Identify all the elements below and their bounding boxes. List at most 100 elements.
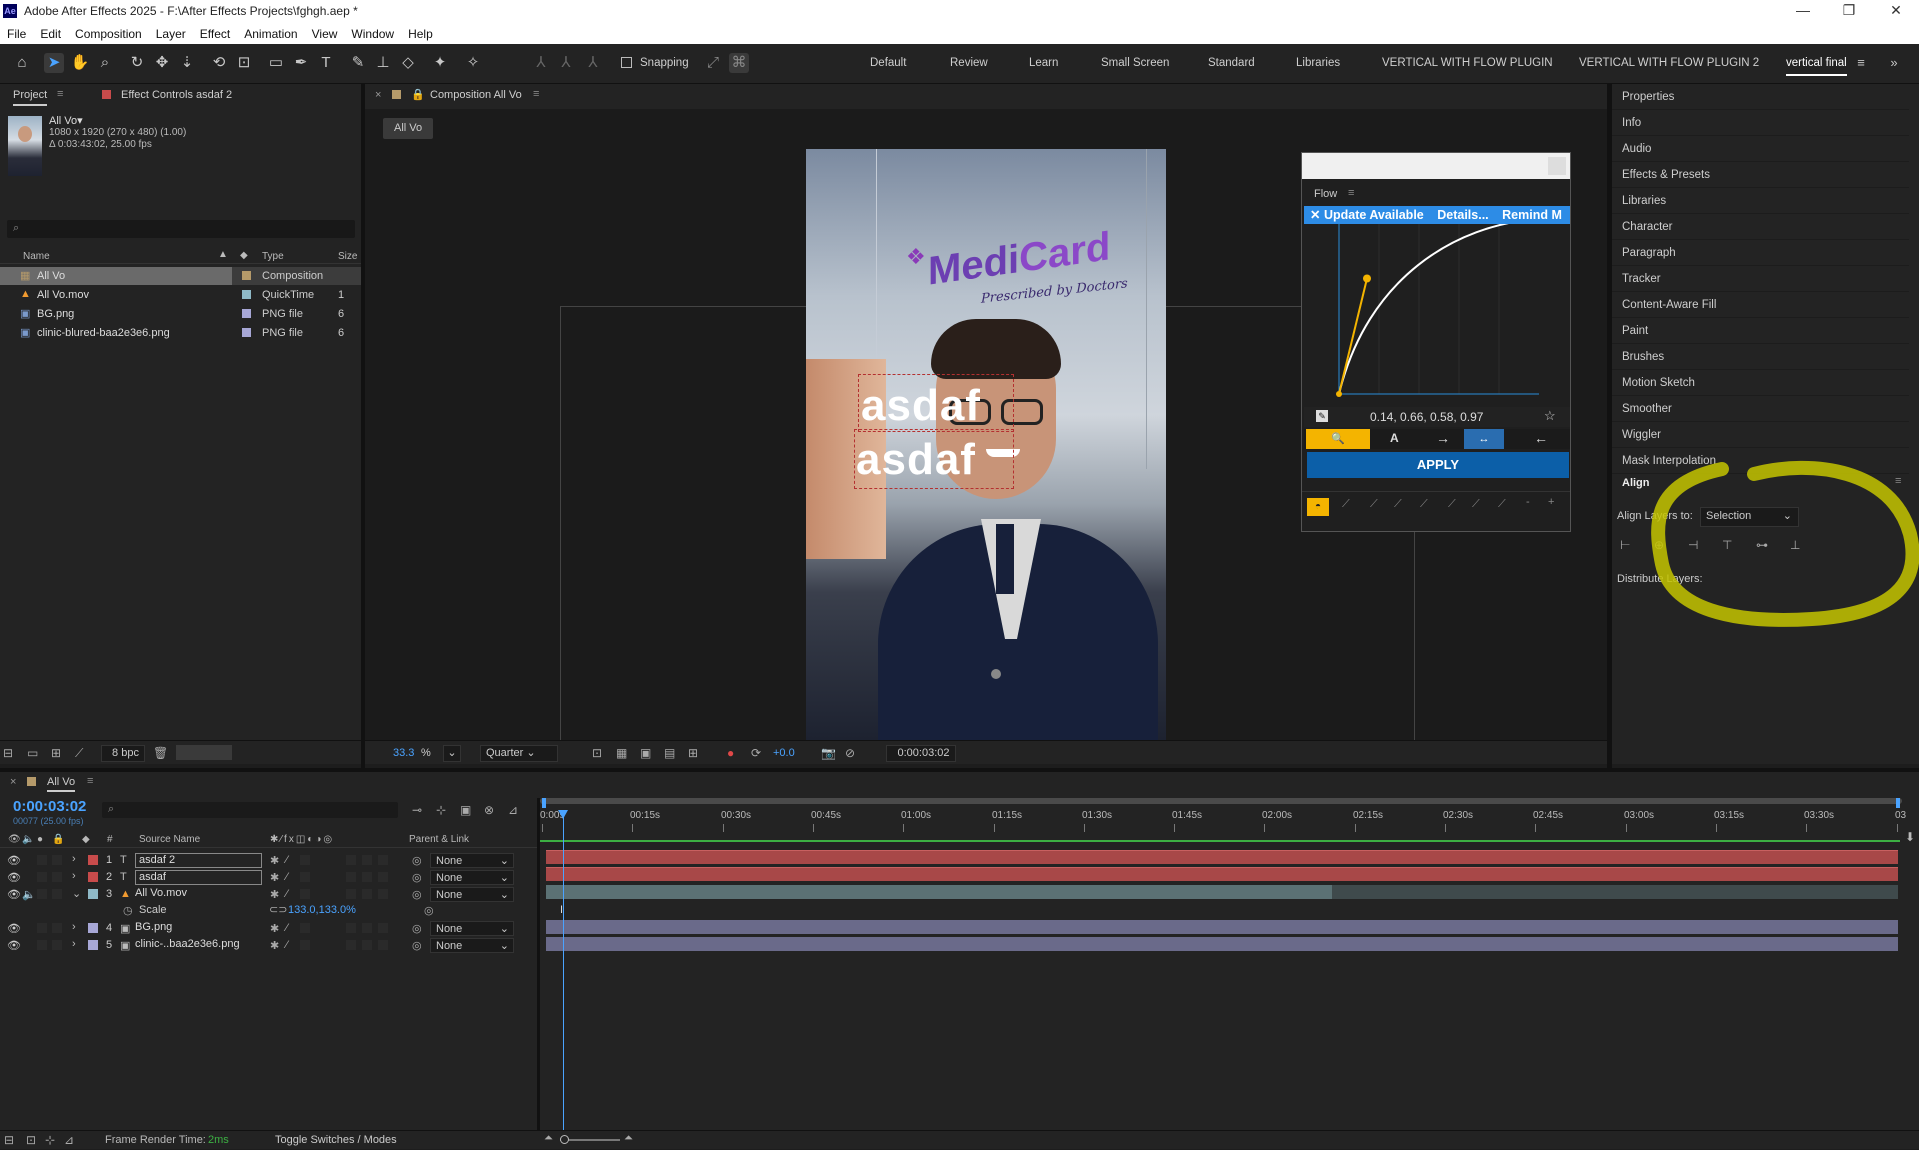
workspace-default[interactable]: Default: [870, 57, 906, 69]
roto-brush-icon[interactable]: ✦: [430, 53, 450, 73]
visibility-eye-icon[interactable]: 👁: [7, 871, 21, 884]
scale-expression-icon[interactable]: ◎: [424, 904, 434, 917]
menu-edit[interactable]: Edit: [40, 27, 61, 41]
flow-ease-in-icon[interactable]: ←: [1534, 430, 1548, 446]
layer-row[interactable]: 👁 › 4 ▣ BG.png ✱ ⁄ ◎ None ⌄: [0, 920, 540, 937]
menu-file[interactable]: File: [7, 27, 26, 41]
puppet-tool-icon[interactable]: ✧: [463, 53, 483, 73]
project-item-label-swatch[interactable]: [242, 271, 251, 280]
chevron-down-icon[interactable]: ⌄: [72, 887, 81, 900]
home-icon[interactable]: ⌂: [12, 53, 32, 73]
solo-toggle[interactable]: [37, 923, 47, 933]
panel-properties[interactable]: Properties: [1612, 84, 1909, 110]
layer-row[interactable]: 👁 › 5 ▣ clinic-..baa2e3e6.png ✱ ⁄ ◎ None…: [0, 937, 540, 954]
playhead-handle-icon[interactable]: [558, 810, 568, 819]
hand-tool-icon[interactable]: ✋: [70, 53, 90, 73]
quality-switch-icon[interactable]: ⁄: [286, 939, 288, 951]
lock-toggle[interactable]: [52, 923, 62, 933]
interpret-footage-icon[interactable]: ⊟: [3, 746, 13, 760]
chevron-right-icon[interactable]: ›: [72, 921, 76, 933]
project-search-input[interactable]: ⌕: [7, 220, 355, 238]
visibility-eye-icon[interactable]: 👁: [7, 939, 21, 952]
snapping-checkbox[interactable]: [621, 57, 632, 68]
pick-whip-icon[interactable]: ◎: [412, 854, 422, 867]
track-bar-3[interactable]: [546, 885, 1332, 899]
comp-marker-icon[interactable]: ⬇: [1905, 830, 1915, 844]
panel-brushes[interactable]: Brushes: [1612, 344, 1909, 370]
solo-toggle[interactable]: [37, 889, 47, 899]
motion-blur-switch[interactable]: [346, 923, 356, 933]
graph-editor-icon[interactable]: ⊿: [508, 803, 518, 817]
flow-preset-5-icon[interactable]: ⟋: [1448, 498, 1456, 511]
panel-libraries[interactable]: Libraries: [1612, 188, 1909, 214]
collapse-switch-icon[interactable]: ✱: [270, 854, 279, 867]
visibility-eye-icon[interactable]: 👁: [7, 854, 21, 867]
snap-edges-icon[interactable]: ⤢: [703, 53, 723, 73]
parent-select[interactable]: None ⌄: [430, 853, 514, 868]
col-name[interactable]: Name: [23, 251, 50, 262]
menu-animation[interactable]: Animation: [244, 27, 297, 41]
panel-character[interactable]: Character: [1612, 214, 1909, 240]
motion-blur-switch[interactable]: [346, 940, 356, 950]
selection-tool-icon[interactable]: ➤: [44, 53, 64, 73]
3d-switch[interactable]: [378, 872, 388, 882]
flow-preset-2-icon[interactable]: ⟋: [1370, 498, 1378, 511]
region-of-interest-icon[interactable]: ⊡: [592, 746, 602, 760]
col-source-name[interactable]: Source Name: [139, 834, 200, 845]
workspace-learn[interactable]: Learn: [1029, 57, 1058, 69]
project-item-row[interactable]: ▦ All Vo Composition: [0, 267, 361, 285]
motion-blur-switch[interactable]: [346, 889, 356, 899]
menu-layer[interactable]: Layer: [156, 27, 186, 41]
comp-viewer-frame[interactable]: ❖ MediCard Prescribed by Doctors asdaf a…: [806, 149, 1166, 740]
track-bar-5[interactable]: [546, 937, 1898, 951]
panel-info[interactable]: Info: [1612, 110, 1909, 136]
comp-breadcrumb[interactable]: All Vo: [383, 118, 434, 139]
new-comp-icon[interactable]: ⊞: [51, 746, 61, 760]
project-item-label-swatch[interactable]: [242, 328, 251, 337]
flow-values[interactable]: 0.14, 0.66, 0.58, 0.97: [1370, 410, 1483, 424]
flow-update-text[interactable]: ✕ Update Available: [1310, 208, 1424, 222]
flow-remove-icon[interactable]: -: [1526, 496, 1530, 508]
snap-features-icon[interactable]: ⌘: [729, 53, 749, 73]
timeline-search-input[interactable]: ⌕: [102, 802, 398, 818]
workspace-vertical-final[interactable]: vertical final: [1786, 57, 1847, 76]
track-bar-4[interactable]: [546, 920, 1898, 934]
flow-remind-link[interactable]: Remind M: [1502, 208, 1562, 222]
rotate-tool-icon[interactable]: ⟲: [209, 53, 229, 73]
track-bar-2[interactable]: [546, 867, 1898, 881]
collapse-switch-icon[interactable]: ✱: [270, 939, 279, 952]
layer-name[interactable]: BG.png: [135, 921, 172, 933]
fx-switch[interactable]: [300, 872, 310, 882]
frame-blending-icon[interactable]: ⊗: [484, 803, 494, 817]
panel-audio[interactable]: Audio: [1612, 136, 1909, 162]
trash-icon[interactable]: 🗑: [153, 746, 168, 760]
brush-tool-icon[interactable]: ✎: [348, 53, 368, 73]
pan-tool-icon[interactable]: ✥: [152, 53, 172, 73]
expand-icon[interactable]: ⊡: [26, 1133, 36, 1147]
flow-close-button[interactable]: [1548, 157, 1566, 175]
flow-add-icon[interactable]: +: [1548, 496, 1554, 508]
solo-toggle[interactable]: [37, 940, 47, 950]
lock-toggle[interactable]: [52, 940, 62, 950]
parent-select[interactable]: None ⌄: [430, 887, 514, 902]
flow-preset-1-icon[interactable]: ⟋: [1342, 498, 1350, 511]
layer-name[interactable]: asdaf 2: [135, 853, 262, 868]
3d-switch[interactable]: [378, 855, 388, 865]
solo-toggle[interactable]: [37, 855, 47, 865]
panel-tracker[interactable]: Tracker: [1612, 266, 1909, 292]
timeline-menu-icon[interactable]: ≡: [87, 775, 93, 787]
col-parent-link[interactable]: Parent & Link: [409, 834, 469, 845]
lock-toggle[interactable]: [52, 872, 62, 882]
visibility-eye-icon[interactable]: 👁: [7, 922, 21, 935]
menu-composition[interactable]: Composition: [75, 27, 142, 41]
adjustment-switch[interactable]: [362, 923, 372, 933]
flow-preset-6-icon[interactable]: ⟋: [1472, 498, 1480, 511]
shy-layers-icon[interactable]: ▣: [460, 803, 471, 817]
project-item-label-swatch[interactable]: [242, 309, 251, 318]
mask-visibility-icon[interactable]: ▣: [640, 746, 651, 760]
chevron-right-icon[interactable]: ›: [72, 938, 76, 950]
motion-blur-switch[interactable]: [346, 855, 356, 865]
clone-stamp-icon[interactable]: ⊥: [373, 53, 393, 73]
label-tag-icon[interactable]: ◆: [240, 250, 248, 261]
flow-key-icon[interactable]: 🔍: [1306, 429, 1370, 449]
